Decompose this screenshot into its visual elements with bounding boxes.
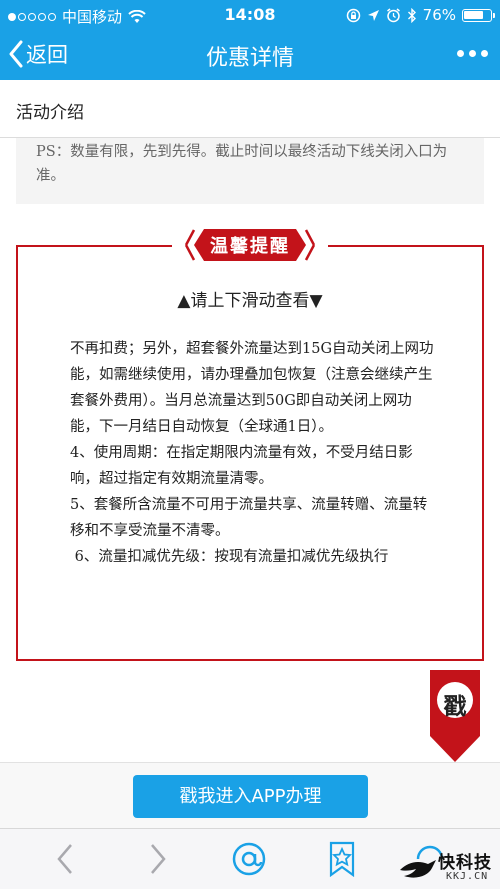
chevron-left-icon — [9, 40, 23, 68]
reminder-paragraph: 4、使用周期：在指定期限内流量有效，不受月结日影响，超过指定有效期流量清零。 — [70, 445, 413, 487]
toolbar-forward-button[interactable] — [137, 841, 177, 877]
battery-icon — [462, 8, 495, 22]
navigation-bar: 返回 优惠详情 — [0, 30, 500, 80]
more-button[interactable] — [455, 44, 490, 63]
enter-app-button[interactable]: 戳我进入APP办理 — [133, 775, 368, 818]
toolbar-back-button[interactable] — [46, 841, 86, 877]
back-label: 返回 — [26, 43, 68, 67]
toolbar-bookmark-button[interactable] — [322, 841, 362, 878]
forward-arrow-icon — [151, 844, 166, 874]
alarm-icon — [386, 7, 400, 22]
back-arrow-icon — [57, 844, 72, 874]
reminder-paragraph: 不再扣费；另外，超套餐外流量达到15G自动关闭上网功能，如需继续使用，请办理叠加… — [70, 341, 434, 435]
battery-fill — [464, 10, 483, 19]
ribbon-char: 戳 — [443, 694, 467, 720]
scroll-hint: ▲请上下滑动查看▼ — [177, 291, 323, 311]
more-icon — [457, 50, 464, 57]
lock-rotation-icon — [346, 8, 360, 22]
watermark-subtitle: KKJ.CN — [446, 871, 489, 882]
watermark-title: 快科技 — [438, 853, 492, 873]
ps-note: PS：数量有限，先到先得。截止时间以最终活动下线关闭入口为准。 — [16, 138, 484, 204]
section-title: 活动介绍 — [16, 103, 84, 123]
at-sign-icon — [232, 842, 266, 876]
toolbar-at-button[interactable] — [229, 841, 269, 877]
page-title: 优惠详情 — [205, 46, 294, 71]
poke-ribbon[interactable]: 戳 — [430, 670, 480, 762]
bookmark-star-icon — [329, 841, 355, 878]
ps-text: PS：数量有限，先到先得。截止时间以最终活动下线关闭入口为准。 — [36, 144, 448, 184]
bluetooth-icon — [407, 7, 416, 23]
bird-logo-icon — [400, 860, 436, 878]
reminder-paragraph: 5、套餐所含流量不可用于流量共享、流量转赠、流量转移和不享受流量不清零。 — [70, 497, 428, 539]
reminder-paragraph: 6、流量扣减优先级：按现有流量扣减优先级执行 — [70, 549, 389, 565]
kkj-watermark: 快科技 KKJ.CN — [398, 848, 500, 889]
back-button[interactable]: 返回 — [8, 39, 68, 69]
reminder-content: 不再扣费；另外，超套餐外流量达到15G自动关闭上网功能，如需继续使用，请办理叠加… — [70, 336, 438, 570]
section-header: 活动介绍 — [0, 80, 500, 138]
status-bar: 中国移动 14:08 76% — [0, 0, 500, 30]
status-right: 76% — [346, 6, 495, 24]
reminder-badge: 温馨提醒 — [172, 222, 328, 268]
location-arrow-icon — [367, 9, 379, 21]
reminder-badge-label: 温馨提醒 — [210, 236, 290, 257]
battery-percent: 76% — [422, 6, 456, 24]
